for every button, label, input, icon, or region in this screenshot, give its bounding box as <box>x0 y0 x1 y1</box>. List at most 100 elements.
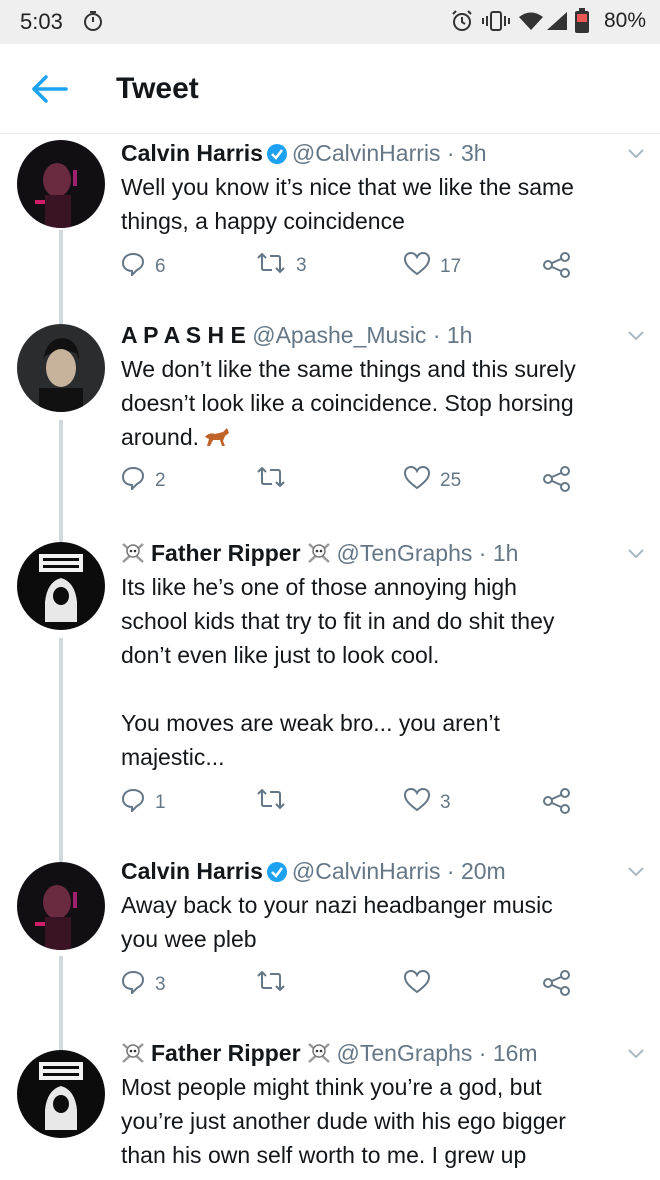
tweet-item[interactable]: Calvin Harris @CalvinHarris · 20m Away ba… <box>0 852 660 1034</box>
verified-badge-icon <box>266 143 287 170</box>
retweet-button[interactable] <box>256 970 296 997</box>
retweet-button[interactable] <box>256 788 296 815</box>
tweet-item[interactable]: A P A S H E @Apashe_Music · 1h We don’t … <box>0 316 660 534</box>
thread-connector <box>59 1034 63 1050</box>
reply-icon <box>121 970 145 999</box>
heart-icon <box>403 465 431 495</box>
avatar[interactable] <box>17 1050 105 1138</box>
thread-connector <box>59 420 63 534</box>
thread-connector <box>59 316 63 324</box>
reply-count: 2 <box>155 469 166 491</box>
battery-icon <box>574 8 590 39</box>
avatar[interactable] <box>17 140 105 228</box>
skull-crossbones-icon <box>121 1042 145 1070</box>
retweet-icon <box>256 970 286 997</box>
share-button[interactable] <box>543 252 571 283</box>
share-button[interactable] <box>543 788 571 819</box>
heart-icon <box>403 969 431 999</box>
reply-icon <box>121 788 145 817</box>
reply-button[interactable]: 6 <box>121 252 166 281</box>
author-handle[interactable]: @CalvinHarris <box>292 140 441 166</box>
skull-crossbones-icon <box>307 542 331 570</box>
author-name[interactable]: Calvin Harris <box>121 858 263 884</box>
status-bar: 5:03 80% <box>0 0 660 44</box>
retweet-icon <box>256 466 286 493</box>
tweet-actions: 3 <box>121 969 601 1001</box>
signal-icon <box>546 11 568 36</box>
reply-button[interactable]: 3 <box>121 970 166 999</box>
like-button[interactable]: 3 <box>403 787 451 817</box>
tweet-actions: 1 3 <box>121 787 601 819</box>
chevron-down-icon[interactable] <box>628 146 644 164</box>
like-count: 17 <box>440 255 462 277</box>
retweet-icon <box>256 252 286 279</box>
author-handle[interactable]: @TenGraphs <box>337 1040 473 1066</box>
share-icon <box>543 252 571 283</box>
thread-connector <box>59 638 63 852</box>
tweet-time: 1h <box>492 540 519 566</box>
thread-connector <box>59 852 63 862</box>
reply-button[interactable]: 2 <box>121 466 166 495</box>
heart-icon <box>403 251 431 281</box>
share-icon <box>543 970 571 1001</box>
tweet-text: Most people might think you’re a god, bu… <box>121 1074 566 1168</box>
like-button[interactable]: 25 <box>403 465 462 495</box>
like-button[interactable]: 17 <box>403 251 462 281</box>
author-name[interactable]: Father Ripper <box>151 540 301 566</box>
author-handle[interactable]: @TenGraphs <box>337 540 473 566</box>
like-button[interactable] <box>403 969 440 999</box>
share-button[interactable] <box>543 970 571 1001</box>
author-handle[interactable]: @Apashe_Music <box>252 322 426 348</box>
tweet-text: Away back to your nazi headbanger music … <box>121 892 553 952</box>
tweet-thread[interactable]: Calvin Harris @CalvinHarris · 3h Well you… <box>0 134 660 1180</box>
author-name[interactable]: Father Ripper <box>151 1040 301 1066</box>
tweet-header: Calvin Harris @CalvinHarris · 3h <box>121 140 487 170</box>
thread-connector <box>59 534 63 542</box>
reply-button[interactable]: 1 <box>121 788 166 817</box>
author-name[interactable]: Calvin Harris <box>121 140 263 166</box>
tweet-header: Father Ripper @TenGraphs · 1h <box>121 540 518 570</box>
app-bar: Tweet <box>0 44 660 134</box>
reply-count: 1 <box>155 791 166 813</box>
share-icon <box>543 466 571 497</box>
avatar[interactable] <box>17 542 105 630</box>
retweet-button[interactable]: 3 <box>256 252 307 279</box>
status-time: 5:03 <box>20 9 63 34</box>
share-icon <box>543 788 571 819</box>
reply-count: 6 <box>155 255 166 277</box>
like-count: 25 <box>440 469 462 491</box>
retweet-button[interactable] <box>256 466 296 493</box>
horse-emoji-icon <box>203 422 231 456</box>
chevron-down-icon[interactable] <box>628 328 644 346</box>
chevron-down-icon[interactable] <box>628 1046 644 1064</box>
wifi-icon <box>518 11 544 36</box>
tweet-text: We don’t like the same things and this s… <box>121 352 641 456</box>
verified-badge-icon <box>266 861 287 888</box>
chevron-down-icon[interactable] <box>628 864 644 882</box>
tweet-item[interactable]: Calvin Harris @CalvinHarris · 3h Well you… <box>0 134 660 316</box>
chevron-down-icon[interactable] <box>628 546 644 564</box>
reply-icon <box>121 466 145 495</box>
skull-crossbones-icon <box>307 1042 331 1070</box>
thread-connector <box>59 230 63 316</box>
tweet-text: Well you know it’s nice that we like the… <box>121 174 574 234</box>
vibrate-icon <box>482 11 510 36</box>
heart-icon <box>403 787 431 817</box>
alarm-icon <box>450 10 474 37</box>
thread-connector <box>59 956 63 1034</box>
retweet-count: 3 <box>296 254 307 276</box>
tweet-item[interactable]: Father Ripper @TenGraphs · 16m Most peopl… <box>0 1034 660 1180</box>
author-handle[interactable]: @CalvinHarris <box>292 858 441 884</box>
tweet-time: 3h <box>460 140 487 166</box>
back-arrow-icon[interactable] <box>30 74 68 109</box>
tweet-item[interactable]: Father Ripper @TenGraphs · 1h Its like he… <box>0 534 660 852</box>
tweet-header: Father Ripper @TenGraphs · 16m <box>121 1040 538 1070</box>
author-name[interactable]: A P A S H E <box>121 322 246 348</box>
avatar[interactable] <box>17 862 105 950</box>
avatar[interactable] <box>17 324 105 412</box>
tweet-time: 1h <box>446 322 473 348</box>
skull-crossbones-icon <box>121 542 145 570</box>
share-button[interactable] <box>543 466 571 497</box>
timer-icon <box>82 10 104 37</box>
like-count: 3 <box>440 791 451 813</box>
